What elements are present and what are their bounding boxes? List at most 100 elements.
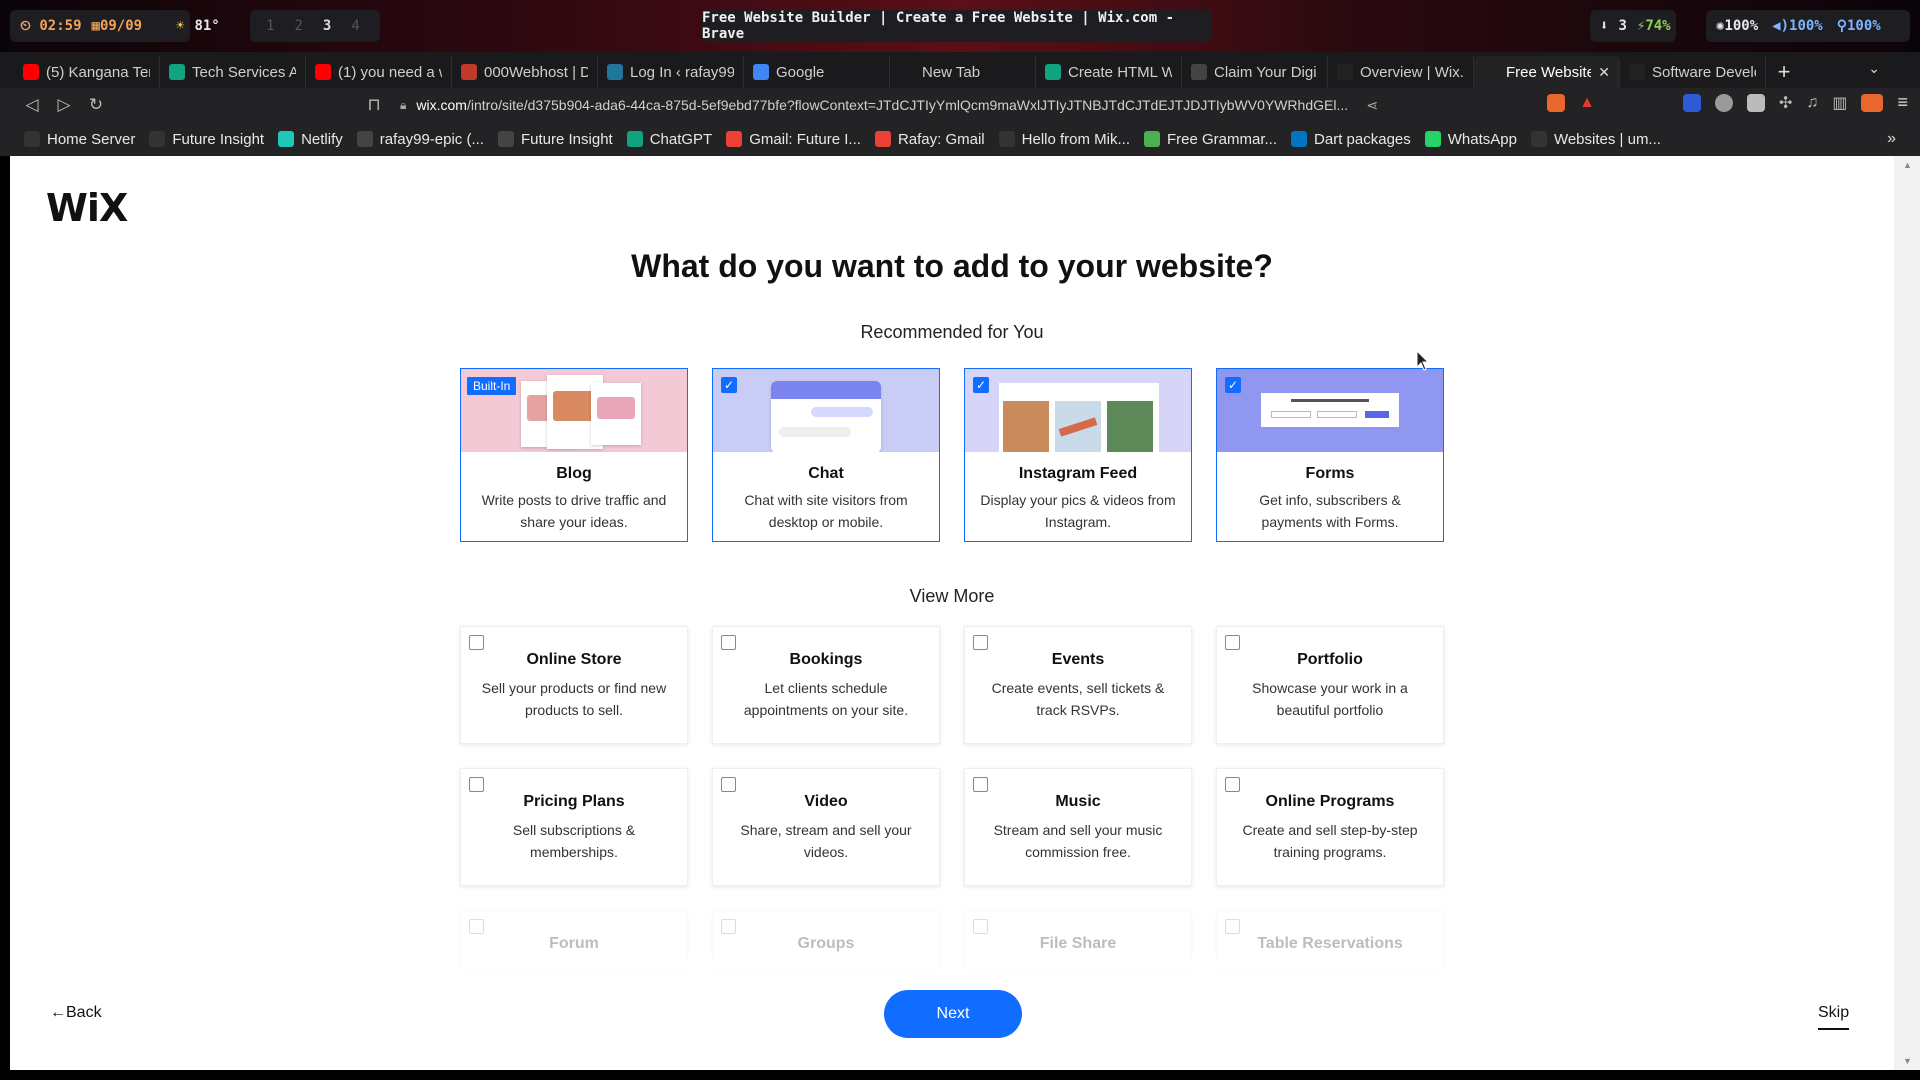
bookmarks-overflow-icon[interactable]: » — [1887, 130, 1896, 148]
checkbox[interactable] — [973, 777, 988, 792]
checkbox[interactable] — [1225, 919, 1240, 934]
extension-image-icon[interactable] — [1746, 93, 1765, 112]
browser-tab[interactable]: Software Develo — [1620, 56, 1766, 88]
reload-icon[interactable]: ↻ — [80, 90, 112, 120]
checkbox[interactable] — [1225, 635, 1240, 650]
feature-card-blog[interactable]: Built-In Blog Write posts to drive traff… — [460, 368, 688, 542]
bookmark-item[interactable]: ChatGPT — [626, 130, 713, 148]
bookmark-item[interactable]: Future Insight — [497, 131, 613, 148]
tab-label: Claim Your Digi — [1214, 63, 1317, 81]
workspace-4[interactable]: 4 — [351, 18, 359, 34]
bookmark-label: ChatGPT — [649, 130, 713, 148]
checkbox[interactable] — [469, 919, 484, 934]
browser-tab[interactable]: Overview | Wix.c — [1328, 56, 1474, 88]
card-description: Create and sell step-by-step training pr… — [1242, 822, 1418, 860]
bookmark-item[interactable]: Netlify — [278, 131, 343, 148]
wallet-icon[interactable] — [1861, 93, 1884, 112]
bookmark-item[interactable]: Gmail: Future I... — [726, 131, 861, 148]
bookmark-item[interactable]: WhatsApp — [1424, 131, 1517, 148]
wix-logo[interactable]: WiX — [46, 186, 128, 230]
checkbox-checked-icon[interactable]: ✓ — [973, 377, 989, 393]
checkbox[interactable] — [973, 635, 988, 650]
back-nav-icon[interactable]: ◁ — [16, 90, 48, 120]
battery-icon: ⚡74% — [1636, 18, 1671, 34]
bookmark-item[interactable]: Future Insight — [149, 131, 264, 148]
bookmark-icon[interactable]: ⊓ — [358, 90, 390, 120]
bookmark-item[interactable]: rafay99-epic (... — [356, 131, 484, 148]
brave-rewards-icon[interactable]: ▲ — [1579, 94, 1595, 112]
feature-card-instagram-feed[interactable]: ✓ Instagram Feed Display your pics & vid… — [964, 368, 1192, 542]
downloads-battery: ⬇ 3 ⚡74% — [1590, 10, 1676, 42]
checkbox[interactable] — [973, 919, 988, 934]
browser-tab[interactable]: Claim Your Digi — [1182, 56, 1328, 88]
scroll-up-arrow-icon[interactable]: ▲ — [1903, 160, 1912, 170]
workspace-1[interactable]: 1 — [266, 18, 274, 34]
checkbox[interactable] — [469, 777, 484, 792]
browser-tab[interactable]: Tech Services Ad — [160, 56, 306, 88]
forward-nav-icon[interactable]: ▷ — [48, 90, 80, 120]
brave-shield-icon[interactable] — [1547, 93, 1566, 112]
next-button[interactable]: Next — [884, 990, 1022, 1038]
feature-card-events[interactable]: Events Create events, sell tickets & tra… — [964, 626, 1192, 744]
workspace-2[interactable]: 2 — [294, 18, 302, 34]
tab-label: 000Webhost | D — [484, 63, 588, 81]
feature-card-bookings[interactable]: Bookings Let clients schedule appointmen… — [712, 626, 940, 744]
address-bar[interactable]: 🔒︎ wix.com/intro/site/d375b904-ada6-44ca… — [400, 92, 1400, 118]
browser-tab[interactable]: Create HTML W — [1036, 56, 1182, 88]
tab-label: (5) Kangana Ter — [46, 63, 150, 81]
media-music-icon[interactable]: ♫ — [1806, 94, 1818, 112]
browser-tab[interactable]: (1) you need a w — [306, 56, 452, 88]
browser-tab-bar: (5) Kangana Ter Tech Services Ad (1) you n… — [0, 52, 1920, 88]
google-icon — [753, 64, 769, 80]
feature-card-chat[interactable]: ✓ Chat Chat with site visitors from desk… — [712, 368, 940, 542]
feature-card-online-programs[interactable]: Online Programs Create and sell step-by-… — [1216, 768, 1444, 886]
bookmark-item[interactable]: Home Server — [24, 131, 135, 148]
feature-card-forms[interactable]: ✓ Forms Get info, subscribers & payments… — [1216, 368, 1444, 542]
feature-card-video[interactable]: Video Share, stream and sell your videos… — [712, 768, 940, 886]
skip-button[interactable]: Skip — [1818, 1004, 1850, 1030]
bookmark-item[interactable]: Hello from Mik... — [998, 131, 1130, 148]
wordpress-icon — [607, 64, 623, 80]
feature-card-pricing-plans[interactable]: Pricing Plans Sell subscriptions & membe… — [460, 768, 688, 886]
new-tab-icon[interactable]: + — [1766, 56, 1802, 88]
tab-list-menu-icon[interactable]: ⌄ — [1868, 60, 1880, 77]
bitwarden-icon[interactable] — [1682, 93, 1701, 112]
checkbox[interactable] — [721, 635, 736, 650]
bookmark-item[interactable]: Rafay: Gmail — [874, 131, 985, 148]
browser-tab[interactable]: New Tab — [890, 56, 1036, 88]
card-description: Sell your products or find new products … — [481, 680, 667, 718]
sun-icon: ☀ — [176, 18, 185, 34]
sidebar-toggle-icon[interactable]: ▥ — [1832, 93, 1847, 113]
bookmark-item[interactable]: Dart packages — [1291, 131, 1411, 148]
page-scrollbar[interactable]: ▲ ▼ — [1894, 156, 1920, 1070]
bookmarks-bar: Home Server Future Insight Netlify rafay99-… — [0, 122, 1920, 156]
menu-hamburger-icon[interactable]: ≡ — [1897, 92, 1908, 113]
bookmark-item[interactable]: Free Grammar... — [1144, 131, 1277, 148]
browser-tab[interactable]: 000Webhost | D — [452, 56, 598, 88]
window-edge — [0, 1070, 1920, 1080]
checkbox[interactable] — [1225, 777, 1240, 792]
forms-preview-image — [1217, 369, 1443, 452]
feature-card-online-store[interactable]: Online Store Sell your products or find … — [460, 626, 688, 744]
feature-card-music[interactable]: Music Stream and sell your music commiss… — [964, 768, 1192, 886]
browser-tab[interactable]: Google — [744, 56, 890, 88]
browser-tab[interactable]: Log In ‹ rafay99 — [598, 56, 744, 88]
browser-tab[interactable]: (5) Kangana Ter — [14, 56, 160, 88]
checkbox[interactable] — [721, 777, 736, 792]
extension-cookie-icon[interactable] — [1714, 93, 1733, 112]
feature-card-portfolio[interactable]: Portfolio Showcase your work in a beauti… — [1216, 626, 1444, 744]
checkbox-checked-icon[interactable]: ✓ — [1225, 377, 1241, 393]
extensions-puzzle-icon[interactable]: ✣ — [1779, 93, 1792, 113]
url-text[interactable]: wix.com/intro/site/d375b904-ada6-44ca-87… — [416, 97, 1356, 113]
browser-tab[interactable]: Free Website ✕ — [1474, 56, 1620, 88]
scroll-down-arrow-icon[interactable]: ▼ — [1903, 1056, 1912, 1066]
workspace-3[interactable]: 3 — [323, 18, 331, 34]
bookmark-item[interactable]: Websites | um... — [1530, 131, 1661, 148]
youtube-icon — [23, 64, 39, 80]
close-tab-icon[interactable]: ✕ — [1598, 64, 1610, 81]
checkbox[interactable] — [469, 635, 484, 650]
share-icon[interactable]: ⋖ — [1366, 97, 1378, 114]
back-button[interactable]: ←Back — [50, 1004, 102, 1022]
checkbox-checked-icon[interactable]: ✓ — [721, 377, 737, 393]
checkbox[interactable] — [721, 919, 736, 934]
